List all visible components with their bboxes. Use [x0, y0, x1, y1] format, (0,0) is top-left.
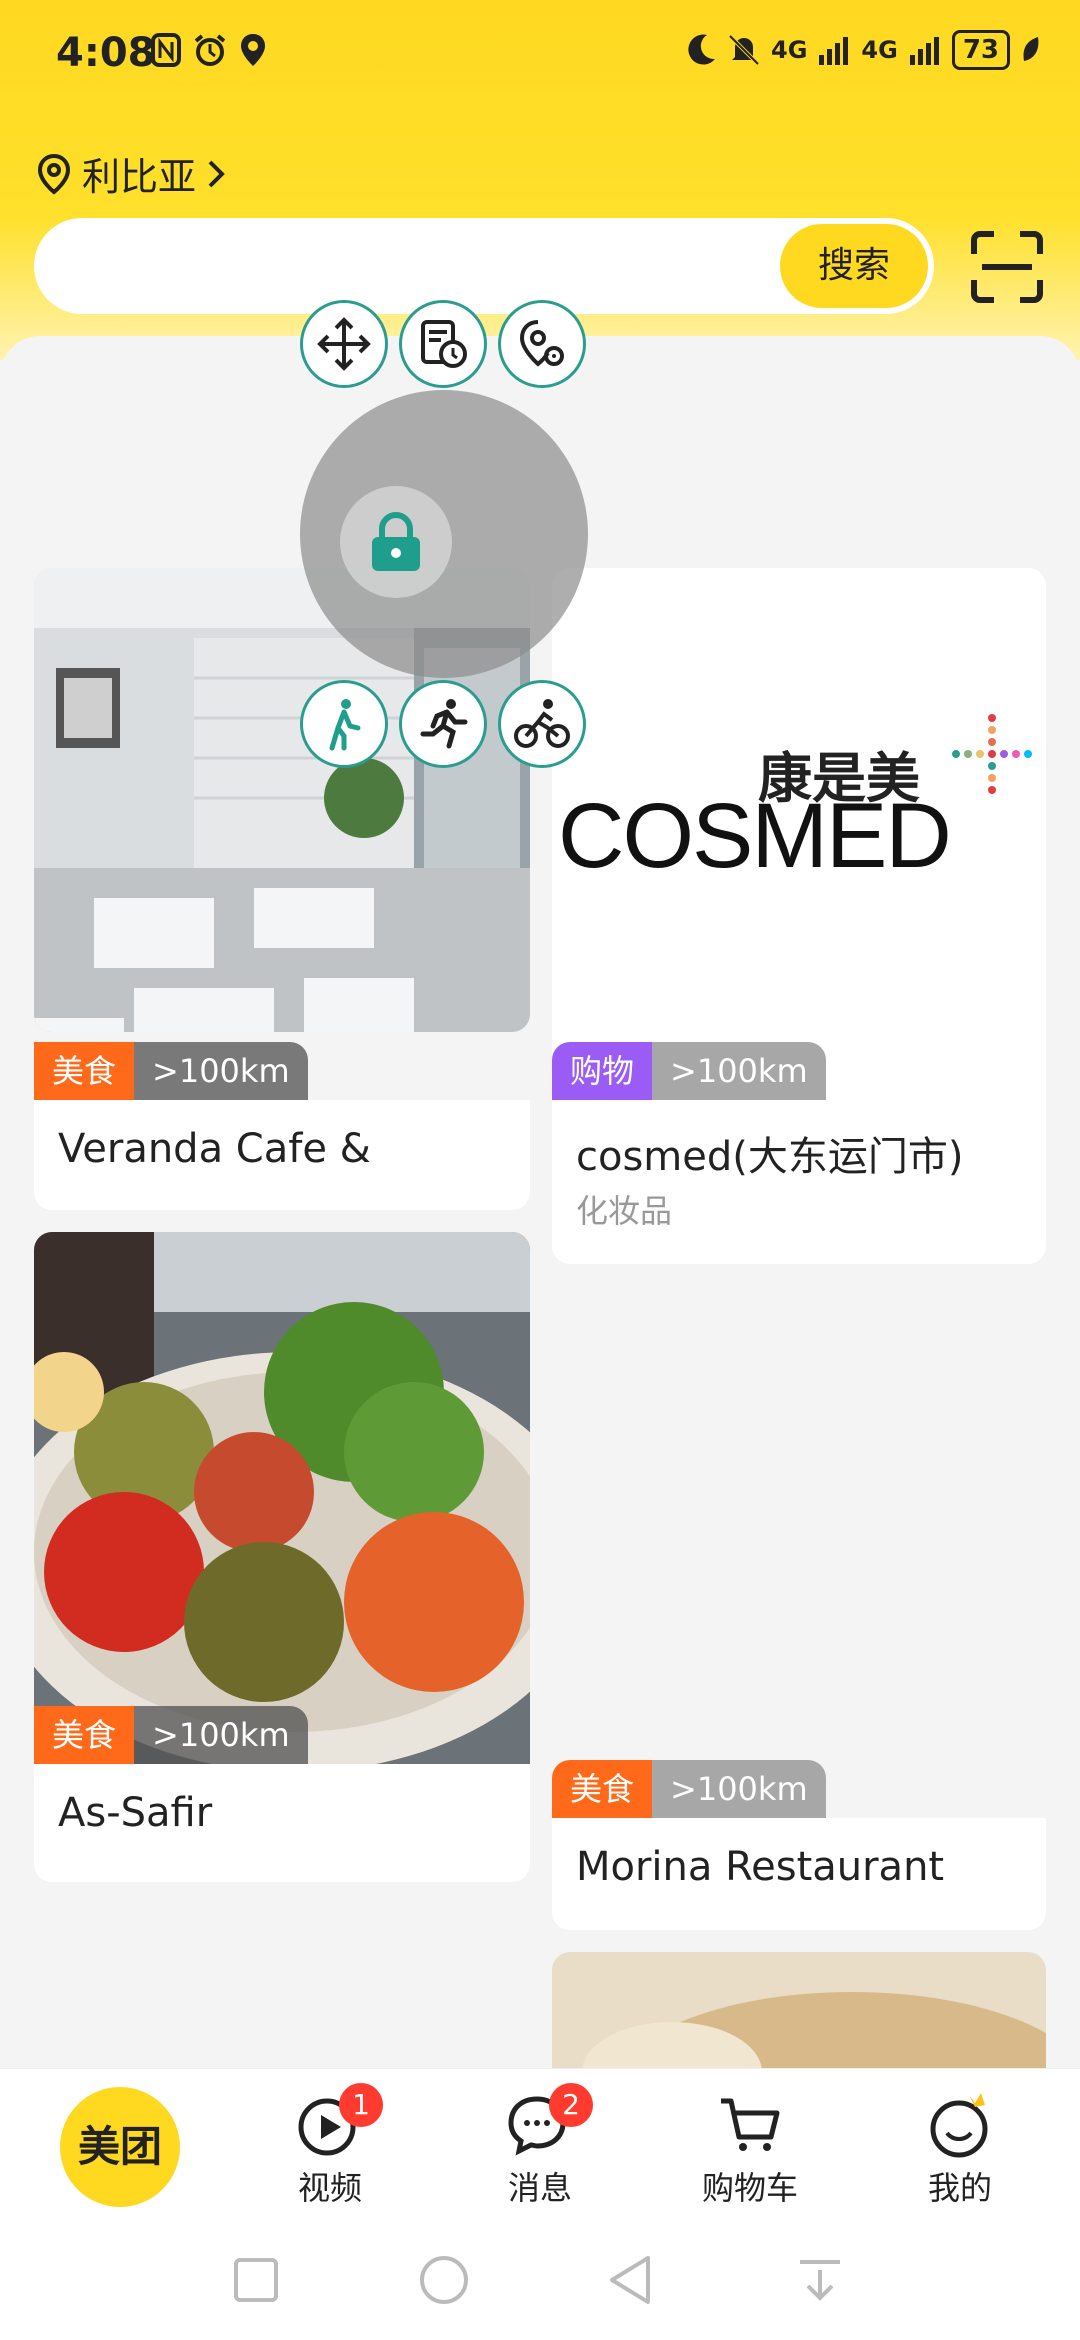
bike-icon	[514, 699, 570, 748]
moon-icon	[688, 34, 715, 65]
search-bar[interactable]: 搜索	[34, 218, 934, 314]
category-tag: 美食	[34, 1706, 135, 1764]
home-icon[interactable]	[418, 2254, 470, 2306]
status-left-icons	[150, 32, 268, 68]
network-type-1: 4G	[771, 36, 808, 64]
alarm-icon	[194, 34, 226, 66]
history-doc-icon	[421, 320, 467, 368]
nfc-icon	[151, 33, 181, 67]
distance-tag: >100km	[652, 1760, 826, 1818]
lock-button[interactable]	[340, 486, 452, 598]
signal-icon-1	[819, 37, 849, 65]
move-icon	[317, 317, 371, 371]
status-right-icons: 4G 4G 73	[685, 30, 1042, 70]
app-root: 4:08 4G 4G 73 利比亚 搜索 美食 >100km Veranda C…	[0, 0, 1080, 2340]
food-image	[552, 1952, 1046, 2068]
distance-tag: >100km	[652, 1042, 826, 1100]
home-tab[interactable]: 美团	[60, 2087, 180, 2207]
profile-smile-icon	[930, 2093, 988, 2158]
tab-video[interactable]: 1 视频	[260, 2083, 400, 2209]
card-info[interactable]: Veranda Cafe &	[34, 1100, 530, 1210]
mute-icon	[728, 34, 760, 66]
signal-icon-2	[909, 37, 939, 65]
location-pin-icon	[37, 153, 71, 195]
chevron-right-icon	[208, 160, 225, 187]
tab-label: 我的	[927, 2169, 992, 2207]
tab-label: 视频	[297, 2169, 362, 2207]
location-label: 利比亚	[82, 155, 197, 199]
shop-title: As-Safir	[58, 1790, 213, 1836]
logo-en-text: COSMED	[558, 785, 952, 887]
food-plate-image	[34, 1232, 530, 1764]
status-time: 4:08	[56, 30, 156, 76]
tab-messages[interactable]: 2 消息	[470, 2083, 610, 2209]
distance-tag: >100km	[134, 1706, 308, 1764]
cosmed-logo: 康是美 COSMED	[552, 568, 1046, 1098]
shop-subtitle: 化妆品	[576, 1192, 673, 1230]
bike-mode-button[interactable]	[498, 680, 586, 768]
search-button[interactable]: 搜索	[780, 224, 928, 308]
tab-cart[interactable]: 购物车	[680, 2089, 820, 2209]
scan-icon[interactable]	[970, 230, 1044, 304]
shop-card[interactable]: 康是美 COSMED 购物 >100km cosmed(大东运门市) 化妆品	[552, 568, 1046, 1264]
shop-title: Morina Restaurant	[576, 1844, 945, 1890]
card-tags: 购物 >100km	[552, 1042, 826, 1100]
move-button[interactable]	[300, 300, 388, 388]
run-mode-button[interactable]	[399, 680, 487, 768]
card-tags: 美食 >100km	[552, 1760, 826, 1818]
notification-pull-icon[interactable]	[796, 2256, 844, 2304]
status-bar: 4:08 4G 4G 73	[0, 0, 1080, 108]
message-badge: 2	[549, 2083, 593, 2127]
system-navigation-bar	[0, 2218, 1080, 2340]
walk-mode-button[interactable]	[300, 680, 388, 768]
leaf-icon	[1023, 37, 1039, 61]
recents-icon[interactable]	[232, 2256, 280, 2304]
back-icon[interactable]	[606, 2254, 654, 2306]
tab-profile[interactable]: 我的	[890, 2089, 1030, 2209]
card-tags: 美食 >100km	[34, 1706, 308, 1764]
card-info[interactable]: As-Safir	[34, 1764, 530, 1874]
walk-icon	[329, 699, 361, 751]
run-icon	[420, 699, 468, 749]
location-settings-button[interactable]	[498, 300, 586, 388]
bottom-nav: 美团 1 视频 2 消息 购物车 我的	[0, 2068, 1080, 2218]
location-selector[interactable]: 利比亚	[36, 146, 226, 201]
video-badge: 1	[339, 2083, 383, 2127]
cart-icon	[721, 2098, 780, 2151]
category-tag: 美食	[552, 1760, 653, 1818]
tab-label: 消息	[507, 2169, 572, 2207]
location-settings-icon	[519, 320, 564, 367]
category-tag: 购物	[552, 1042, 653, 1100]
distance-tag: >100km	[134, 1042, 308, 1100]
shop-title: cosmed(大东运门市)	[576, 1134, 964, 1180]
shop-card[interactable]	[552, 1952, 1046, 2068]
category-tag: 美食	[34, 1042, 135, 1100]
card-tags: 美食 >100km	[34, 1042, 308, 1100]
battery-indicator: 73	[951, 30, 1010, 70]
lock-icon	[372, 512, 420, 571]
logo-cross-icon	[952, 714, 1032, 794]
network-type-2: 4G	[861, 36, 898, 64]
tab-label: 购物车	[701, 2169, 798, 2207]
location-status-icon	[241, 34, 265, 66]
shop-card[interactable]: Morina Restaurant	[552, 1818, 1046, 1930]
shop-title: Veranda Cafe &	[58, 1126, 371, 1172]
history-button[interactable]	[399, 300, 487, 388]
